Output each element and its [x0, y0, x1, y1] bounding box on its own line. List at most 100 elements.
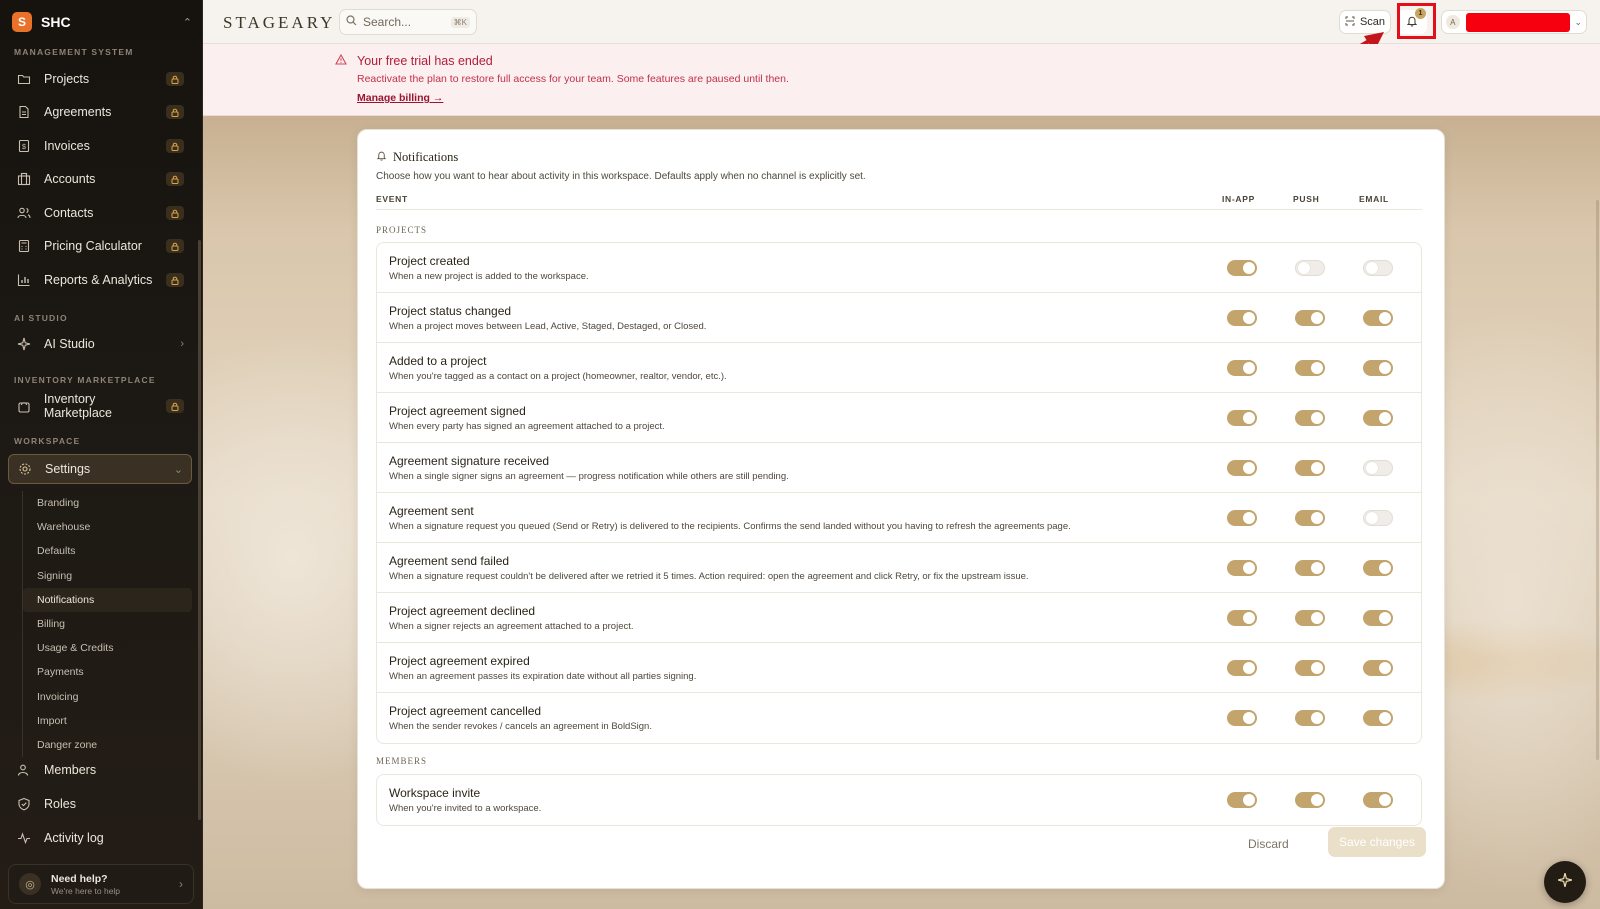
push-toggle[interactable]: [1295, 792, 1325, 808]
email-toggle[interactable]: [1363, 510, 1393, 526]
settings-subitem-notifications[interactable]: Notifications: [23, 587, 192, 612]
chevron-right-icon: ›: [179, 877, 183, 891]
lock-icon: [166, 399, 185, 413]
sidebar-item-ai-studio[interactable]: AI Studio ›: [8, 329, 192, 359]
sidebar-item-members[interactable]: Members: [8, 755, 192, 785]
in-app-toggle[interactable]: [1227, 510, 1257, 526]
email-toggle[interactable]: [1363, 660, 1393, 676]
table-row: Agreement send failed When a signature re…: [377, 543, 1421, 593]
push-toggle[interactable]: [1295, 660, 1325, 676]
email-toggle[interactable]: [1363, 710, 1393, 726]
sidebar-item-settings[interactable]: Settings ⌄: [8, 454, 192, 484]
scan-label: Scan: [1359, 16, 1386, 28]
sidebar-item-reports-analytics[interactable]: Reports & Analytics: [8, 265, 192, 295]
section-label-management: MANAGEMENT SYSTEM: [14, 47, 134, 57]
push-toggle[interactable]: [1295, 710, 1325, 726]
account-menu[interactable]: A ⌄: [1441, 10, 1587, 34]
table-row: Project agreement signed When every party…: [377, 393, 1421, 443]
event-title: Project agreement signed: [389, 404, 526, 418]
table-row: Project agreement expired When an agreeme…: [377, 643, 1421, 693]
toggle-knob: [1311, 312, 1323, 324]
settings-subitem-payments[interactable]: Payments: [23, 660, 192, 684]
push-toggle[interactable]: [1295, 460, 1325, 476]
in-app-toggle[interactable]: [1227, 310, 1257, 326]
in-app-toggle[interactable]: [1227, 610, 1257, 626]
in-app-toggle[interactable]: [1227, 360, 1257, 376]
sidebar-item-label: Roles: [44, 797, 76, 811]
in-app-toggle[interactable]: [1227, 792, 1257, 808]
in-app-toggle[interactable]: [1227, 260, 1257, 276]
push-toggle[interactable]: [1295, 610, 1325, 626]
sidebar-item-pricing-calculator[interactable]: Pricing Calculator: [8, 231, 192, 261]
in-app-toggle[interactable]: [1227, 560, 1257, 576]
in-app-toggle[interactable]: [1227, 460, 1257, 476]
lock-icon: [166, 139, 184, 153]
push-toggle[interactable]: [1295, 560, 1325, 576]
sidebar-item-roles[interactable]: Roles: [8, 789, 192, 819]
toggle-knob: [1243, 262, 1255, 274]
email-toggle[interactable]: [1363, 260, 1393, 276]
settings-subitem-billing[interactable]: Billing: [23, 612, 192, 636]
group-label-projects: PROJECTS: [376, 225, 428, 235]
save-changes-button[interactable]: Save changes: [1328, 827, 1426, 857]
sidebar-item-contacts[interactable]: Contacts: [8, 198, 192, 228]
email-toggle[interactable]: [1363, 410, 1393, 426]
sidebar-item-invoices[interactable]: $ Invoices: [8, 131, 192, 161]
main-area: STAGEARY Search... ⌘K Scan 1 A ⌄ Your fr…: [203, 0, 1600, 909]
email-toggle[interactable]: [1363, 560, 1393, 576]
settings-subitem-invoicing[interactable]: Invoicing: [23, 685, 192, 709]
sidebar-item-projects[interactable]: Projects: [8, 64, 192, 94]
email-toggle[interactable]: [1363, 610, 1393, 626]
search-input[interactable]: Search... ⌘K: [339, 9, 477, 35]
email-toggle[interactable]: [1363, 310, 1393, 326]
toggle-knob: [1311, 612, 1323, 624]
push-toggle[interactable]: [1295, 360, 1325, 376]
sidebar-item-activity-log[interactable]: Activity log: [8, 823, 192, 853]
email-toggle[interactable]: [1363, 460, 1393, 476]
event-description: When a signature request couldn't be del…: [389, 571, 1029, 582]
sidebar-item-label: Accounts: [44, 172, 96, 186]
email-toggle[interactable]: [1363, 792, 1393, 808]
event-description: When you're tagged as a contact on a pro…: [389, 371, 727, 382]
org-name: SHC: [41, 14, 71, 30]
sidebar-item-agreements[interactable]: Agreements: [8, 97, 192, 127]
settings-subitem-branding[interactable]: Branding: [23, 491, 192, 515]
event-description: When a project moves between Lead, Activ…: [389, 321, 707, 332]
page-scrollbar[interactable]: [1596, 200, 1599, 760]
ai-assistant-button[interactable]: [1544, 861, 1586, 903]
in-app-toggle[interactable]: [1227, 410, 1257, 426]
section-label-inventory: INVENTORY MARKETPLACE: [14, 375, 156, 385]
manage-billing-link[interactable]: Manage billing →: [357, 92, 443, 104]
sidebar-item-inventory-marketplace[interactable]: Inventory Marketplace: [8, 391, 192, 421]
settings-subitem-usage-credits[interactable]: Usage & Credits: [23, 636, 192, 660]
push-toggle[interactable]: [1295, 260, 1325, 276]
settings-subitem-signing[interactable]: Signing: [23, 564, 192, 588]
push-toggle[interactable]: [1295, 310, 1325, 326]
table-header: EVENT IN-APP PUSH EMAIL: [376, 194, 1422, 210]
in-app-toggle[interactable]: [1227, 660, 1257, 676]
toggle-knob: [1243, 612, 1255, 624]
push-toggle[interactable]: [1295, 510, 1325, 526]
gear-icon: [17, 461, 33, 477]
push-toggle[interactable]: [1295, 410, 1325, 426]
settings-subitem-import[interactable]: Import: [23, 709, 192, 733]
org-switcher[interactable]: S SHC ⌃: [12, 10, 192, 34]
sidebar-item-label: Settings: [45, 462, 91, 476]
highlight-box: [1397, 3, 1436, 39]
discard-button[interactable]: Discard: [1248, 837, 1289, 851]
email-toggle[interactable]: [1363, 360, 1393, 376]
chevron-up-down-icon[interactable]: ⌃: [183, 16, 192, 29]
card-title: Notifications: [376, 150, 458, 165]
sparkle-icon: [16, 336, 32, 352]
help-card[interactable]: ◎ Need help? We're here to help ›: [8, 864, 194, 904]
in-app-toggle[interactable]: [1227, 710, 1257, 726]
settings-subitem-danger-zone[interactable]: Danger zone: [23, 733, 192, 757]
sidebar-item-accounts[interactable]: Accounts: [8, 164, 192, 194]
event-description: When a signer rejects an agreement attac…: [389, 621, 634, 632]
settings-subitem-defaults[interactable]: Defaults: [23, 539, 192, 563]
brand-logo[interactable]: STAGEARY: [223, 13, 335, 33]
event-description: When the sender revokes / cancels an agr…: [389, 721, 652, 732]
notifications-description: Choose how you want to hear about activi…: [376, 171, 866, 182]
settings-subitem-warehouse[interactable]: Warehouse: [23, 515, 192, 539]
sidebar-scrollbar[interactable]: [198, 240, 201, 820]
